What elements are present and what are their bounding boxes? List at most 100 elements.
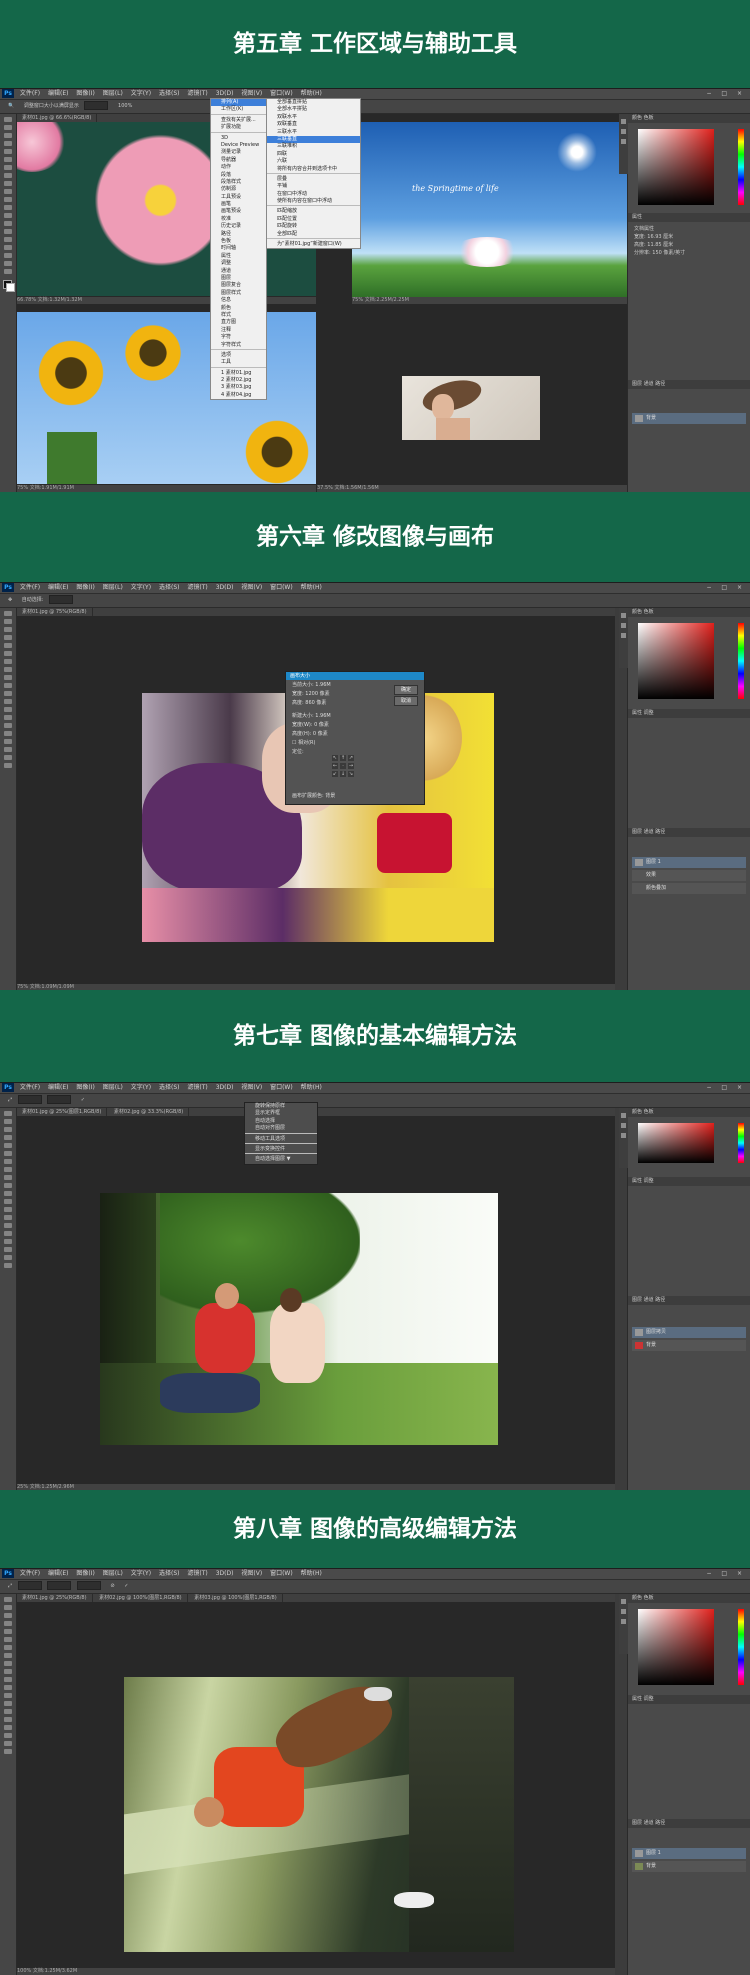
path-select-icon[interactable]	[4, 245, 12, 250]
crop-tool-icon[interactable]	[4, 1143, 12, 1148]
menu-item[interactable]: 3D	[211, 135, 266, 142]
menu-item[interactable]: 字符	[211, 334, 266, 341]
anchor-arrow-icon[interactable]: ↓	[340, 771, 346, 777]
eraser-tool-icon[interactable]	[4, 197, 12, 202]
menu-item[interactable]: 测量记录	[211, 149, 266, 156]
transform-field[interactable]	[17, 1581, 42, 1590]
menu-item[interactable]: 移动工具选项	[245, 1136, 317, 1143]
menu-window[interactable]: 窗口(W)	[270, 1083, 293, 1093]
ok-button[interactable]: 确定	[394, 685, 418, 695]
menu-filter[interactable]: 滤镜(T)	[187, 583, 207, 593]
menu-item[interactable]: 六联	[267, 158, 360, 165]
layers-panel-tab[interactable]: 图层 通道 路径	[628, 1296, 750, 1305]
menu-item[interactable]: 双联垂直	[267, 121, 360, 128]
color-picker[interactable]	[638, 1123, 714, 1163]
eraser-tool-icon[interactable]	[4, 1677, 12, 1682]
layer-effect-row[interactable]: 效果	[632, 870, 746, 881]
zoom-tool-icon[interactable]	[4, 763, 12, 768]
move-tool-icon[interactable]: ✥	[8, 594, 12, 607]
color-panel-tab[interactable]: 颜色 色板	[628, 1108, 750, 1117]
layer-row[interactable]: 图层拷贝	[632, 1327, 746, 1338]
quick-select-tool-icon[interactable]	[4, 635, 12, 640]
menu-3d[interactable]: 3D(D)	[216, 1569, 234, 1579]
menu-item[interactable]: 导航器	[211, 157, 266, 164]
zoom-tool-icon[interactable]	[4, 1749, 12, 1754]
menu-item[interactable]: 工具预设	[211, 194, 266, 201]
menu-item[interactable]: 调整	[211, 260, 266, 267]
doc-tab[interactable]: 素材02.jpg @ 33.3%(RGB/8)	[109, 1108, 190, 1116]
menu-item[interactable]: 样式	[211, 312, 266, 319]
transform-icon[interactable]: ⤢	[8, 1094, 12, 1107]
doc-tab[interactable]: 素材01.jpg @ 25%(RGB/8)	[17, 1594, 93, 1602]
marquee-tool-icon[interactable]	[4, 1605, 12, 1610]
menu-item[interactable]: 选项	[211, 352, 266, 359]
menu-view[interactable]: 视图(V)	[241, 1569, 262, 1579]
shape-tool-icon[interactable]	[4, 253, 12, 258]
gradient-tool-icon[interactable]	[4, 205, 12, 210]
transform-field[interactable]	[17, 1095, 42, 1104]
menu-item[interactable]: 自动对齐图层	[245, 1125, 317, 1132]
hue-slider[interactable]	[738, 623, 744, 699]
menu-item[interactable]: 工具	[211, 359, 266, 366]
menu-type[interactable]: 文字(Y)	[131, 1569, 151, 1579]
height-field[interactable]: 高度(H): 0 像素	[286, 729, 424, 738]
menu-filter[interactable]: 滤镜(T)	[187, 89, 207, 99]
type-tool-icon[interactable]	[4, 1717, 12, 1722]
extension-color[interactable]: 画布扩展颜色: 背景	[286, 791, 341, 800]
menu-item[interactable]: 段落样式	[211, 179, 266, 186]
menu-filter[interactable]: 滤镜(T)	[187, 1569, 207, 1579]
color-panel-tab[interactable]: 颜色 色板	[628, 114, 750, 123]
transform-field[interactable]	[47, 1095, 72, 1104]
eraser-tool-icon[interactable]	[4, 1191, 12, 1196]
menu-select[interactable]: 选择(S)	[159, 1083, 180, 1093]
menu-image[interactable]: 图像(I)	[76, 1083, 94, 1093]
menu-file[interactable]: 文件(F)	[20, 1569, 40, 1579]
history-brush-icon[interactable]	[4, 1669, 12, 1674]
auto-select-dropdown[interactable]	[49, 595, 74, 604]
menu-3d[interactable]: 3D(D)	[216, 583, 234, 593]
lasso-tool-icon[interactable]	[4, 133, 12, 138]
menu-edit[interactable]: 编辑(E)	[48, 89, 68, 99]
eyedropper-tool-icon[interactable]	[4, 651, 12, 656]
menu-item[interactable]: 图层样式	[211, 290, 266, 297]
color-picker[interactable]	[638, 1609, 714, 1685]
color-picker[interactable]	[638, 129, 714, 205]
menu-item[interactable]: 三联堆积	[267, 143, 360, 150]
cancel-transform-icon[interactable]: ⊘	[110, 1580, 114, 1593]
menu-item[interactable]: 工作区(K)	[211, 106, 266, 113]
marquee-tool-icon[interactable]	[4, 1119, 12, 1124]
anchor-center[interactable]: ·	[340, 763, 346, 769]
properties-panel-tab[interactable]: 属性 调整	[628, 709, 750, 718]
doc-tab[interactable]: 素材03.jpg @ 100%(图层1,RGB/8)	[189, 1594, 283, 1602]
menu-layer[interactable]: 图层(L)	[103, 583, 123, 593]
menu-filter[interactable]: 滤镜(T)	[187, 1083, 207, 1093]
path-select-icon[interactable]	[4, 1725, 12, 1730]
brush-tool-icon[interactable]	[4, 667, 12, 672]
hue-slider[interactable]	[738, 1123, 744, 1163]
type-tool-icon[interactable]	[4, 1231, 12, 1236]
pen-tool-icon[interactable]	[4, 1709, 12, 1714]
dodge-tool-icon[interactable]	[4, 715, 12, 720]
menu-item[interactable]: 1 素材01.jpg	[211, 370, 266, 377]
menu-type[interactable]: 文字(Y)	[131, 1083, 151, 1093]
zoom-tool-icon[interactable]: 🔍	[8, 100, 14, 113]
menu-select[interactable]: 选择(S)	[159, 583, 180, 593]
transform-field[interactable]	[76, 1581, 101, 1590]
menu-item[interactable]: 路径	[211, 231, 266, 238]
gradient-tool-icon[interactable]	[4, 699, 12, 704]
eyedropper-tool-icon[interactable]	[4, 1637, 12, 1642]
menu-image[interactable]: 图像(I)	[76, 583, 94, 593]
menu-item[interactable]: 匹配缩放	[267, 208, 360, 215]
hue-slider[interactable]	[738, 1609, 744, 1685]
clone-tool-icon[interactable]	[4, 1175, 12, 1180]
layer-row[interactable]: 图层 1	[632, 857, 746, 868]
hand-tool-icon[interactable]	[4, 755, 12, 760]
menu-item[interactable]: 图层复合	[211, 282, 266, 289]
move-tool-icon[interactable]	[4, 611, 12, 616]
move-tool-icon[interactable]	[4, 117, 12, 122]
history-brush-icon[interactable]	[4, 189, 12, 194]
layer-row[interactable]: 背景	[632, 1861, 746, 1872]
layer-row[interactable]: 背景	[632, 1340, 746, 1351]
menu-view[interactable]: 视图(V)	[241, 583, 262, 593]
menu-item[interactable]: 显示变换控件	[245, 1146, 317, 1153]
